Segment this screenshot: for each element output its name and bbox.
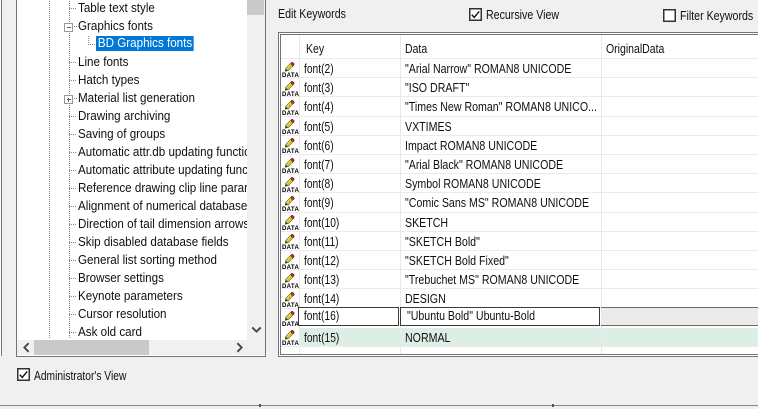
svg-text:DATA: DATA (282, 340, 300, 347)
